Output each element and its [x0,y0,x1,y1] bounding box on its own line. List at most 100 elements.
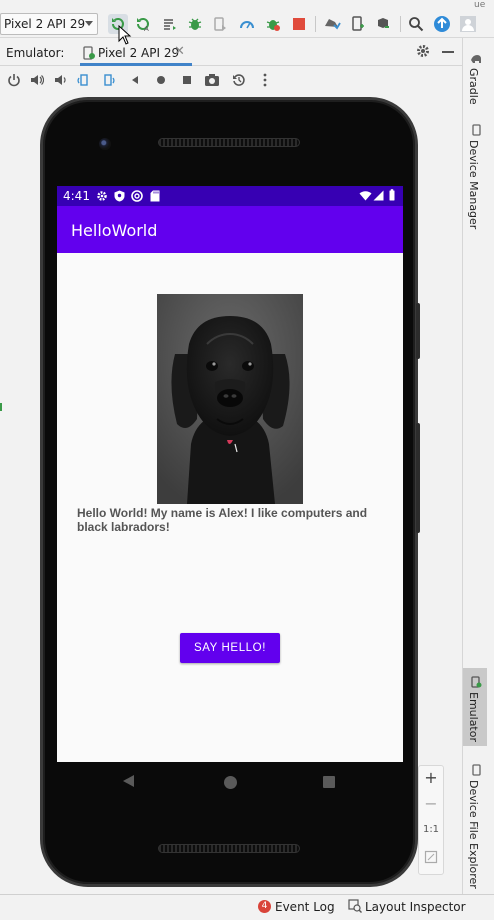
sync-icon [325,19,341,30]
home-icon [157,76,165,84]
nav-home-icon[interactable] [224,776,237,789]
mouse-cursor-icon [118,25,132,45]
nav-recents-icon[interactable] [323,776,335,788]
zoom-panel: + − 1:1 [418,765,444,875]
emulator-icon [471,676,482,688]
emulator-controls [0,67,462,93]
toolbar-overflow: ue [474,0,486,10]
right-tool-strip: Gradle Device Manager Emulator Device Fi… [462,38,494,894]
device-manager-button[interactable] [348,14,368,34]
tool-emulator[interactable]: Emulator [467,692,480,742]
update-button[interactable] [432,14,452,34]
power-button[interactable] [6,72,22,88]
nav-back-icon[interactable] [122,774,135,788]
minimize-icon[interactable] [442,51,454,53]
chevron-down-icon [85,21,93,26]
volume-up-button[interactable] [29,72,45,88]
sd-card-icon [150,190,160,202]
device-manager-icon [472,124,481,136]
account-button[interactable] [458,14,478,34]
gradle-icon [471,55,481,63]
more-vert-icon [263,73,267,87]
dog-photo [157,294,303,504]
device-icon [83,46,95,60]
sdk-manager-icon [378,18,389,28]
event-count-badge: 4 [258,900,271,913]
edge-marker [0,403,2,411]
debug-button[interactable] [185,14,205,34]
event-log-button[interactable]: Event Log [275,900,335,914]
shield-icon [114,190,125,202]
volume-down-button[interactable] [52,72,68,88]
tab-pixel-2-api-29[interactable]: Pixel 2 API 29 ✕ [80,42,192,66]
screenshot-button[interactable] [204,72,220,88]
rotate-left-button[interactable] [75,72,91,88]
apply-code-changes-icon: A [137,17,149,32]
rotate-right-button[interactable] [101,72,117,88]
phone-side-button [416,303,420,359]
attach-debugger-button[interactable] [210,14,230,34]
rotate-left-icon [77,74,88,86]
greeting-text: Hello World! My name is Alex! I like com… [77,506,368,534]
apply-code-changes-button[interactable]: A [133,14,153,34]
gear-icon [417,45,429,57]
tool-device-file-explorer[interactable]: Device File Explorer [467,780,480,889]
search-icon [409,17,424,32]
profile-icon [240,21,254,29]
back-icon [132,76,138,84]
close-icon[interactable]: ✕ [174,44,185,59]
svg-text:A: A [144,25,149,32]
logcat-button[interactable] [160,14,180,34]
search-button[interactable] [406,14,426,34]
overview-button[interactable] [179,72,195,88]
more-options-button[interactable] [257,72,273,88]
back-button[interactable] [127,72,143,88]
emulator-label: Emulator: [6,46,65,60]
stop-icon [293,18,305,30]
bottom-status-bar: 4 Event Log Layout Inspector [0,894,494,920]
profile-button[interactable] [237,14,257,34]
tab-label: Pixel 2 API 29 [98,46,180,60]
attach-debugger-icon [214,17,226,31]
zoom-in-button[interactable]: + [419,768,443,787]
say-hello-button[interactable]: SAY HELLO! [180,633,280,663]
settings-notification-icon [97,191,107,201]
power-icon [8,74,20,87]
device-selector[interactable]: Pixel 2 API 29 [0,13,98,35]
settings-button[interactable] [416,44,430,61]
camera-icon [205,74,219,86]
wifi-icon [359,191,372,201]
sdk-manager-button[interactable] [373,14,393,34]
tool-device-manager[interactable]: Device Manager [467,140,480,229]
status-time: 4:41 [63,189,90,203]
toolbar-separator [400,16,401,32]
account-icon [460,16,476,32]
emulator-tabbar: Emulator: Pixel 2 API 29 ✕ [0,38,462,66]
layout-inspector-button[interactable]: Layout Inspector [365,900,466,914]
device-screen[interactable]: 4:41 HelloWorld Hello World! My name is … [57,186,403,762]
home-button[interactable] [153,72,169,88]
signal-icon [373,190,384,201]
black-labrador-image [157,294,303,504]
android-status-bar: 4:41 [57,186,403,206]
sync-project-button[interactable] [322,14,342,34]
run-with-coverage-button[interactable] [263,14,283,34]
app-title: HelloWorld [71,221,158,240]
snapshot-icon [233,74,245,86]
snapshot-button[interactable] [231,72,247,88]
actual-size-button[interactable]: 1:1 [419,824,443,835]
zoom-out-button[interactable]: − [419,794,443,813]
phone-speaker-bottom [158,844,300,853]
toolbar-separator [315,16,316,32]
fit-screen-icon[interactable] [424,850,438,864]
phone-speaker-top [158,138,300,147]
tool-gradle[interactable]: Gradle [467,68,480,105]
debug-icon [188,18,202,30]
stop-button[interactable] [289,14,309,34]
device-manager-icon [352,16,364,31]
battery-icon [389,189,395,201]
logcat-icon [164,19,176,30]
update-icon [434,16,450,32]
app-bar: HelloWorld [57,206,403,253]
rotate-right-icon [104,74,115,86]
